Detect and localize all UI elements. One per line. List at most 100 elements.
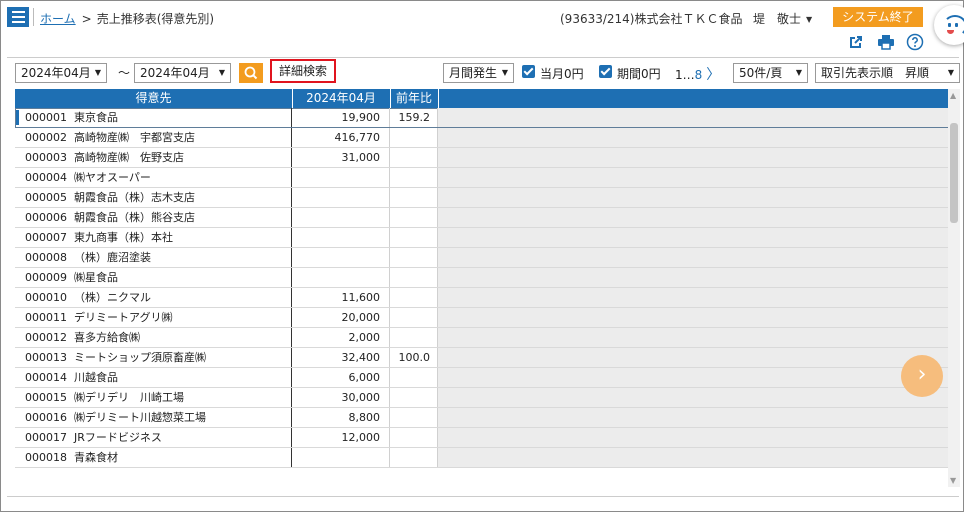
current-month-zero-label: 当月0円 (540, 67, 584, 81)
sales-amount: 30,000 (292, 388, 390, 407)
customer-name: ㈱星食品 (69, 268, 292, 287)
sales-amount: 2,000 (292, 328, 390, 347)
customer-code: 000017 (25, 431, 67, 444)
table-row[interactable]: 000017 JRフードビジネス 12,000 (15, 428, 948, 448)
chevron-right-icon[interactable]: 〉 (706, 67, 720, 83)
table-row[interactable]: 000018 青森食材 (15, 448, 948, 468)
customer-code: 000006 (25, 211, 67, 224)
user-menu[interactable]: 堤 敬士 ▼ (753, 10, 812, 27)
sales-amount (292, 448, 390, 467)
empty-column-area (438, 288, 948, 307)
header-divider (33, 8, 34, 26)
scroll-down-icon[interactable]: ▼ (950, 476, 956, 485)
sales-amount (292, 248, 390, 267)
export-icon[interactable] (848, 34, 864, 50)
breadcrumb-separator: > (81, 12, 92, 26)
yoy-ratio (390, 428, 438, 447)
sales-amount (292, 188, 390, 207)
period-zero-checkbox[interactable] (599, 65, 612, 78)
user-name: 堤 敬士 (753, 12, 802, 26)
table-row[interactable]: 000010 （株）ニクマル 11,600 (15, 288, 948, 308)
per-page-select[interactable]: 50件/頁 ▼ (733, 63, 808, 83)
customer-code: 000003 (25, 151, 67, 164)
customer-code: 000013 (25, 351, 67, 364)
table-row[interactable]: 000003 高崎物産㈱ 佐野支店 31,000 (15, 148, 948, 168)
customer-code: 000010 (25, 291, 67, 304)
to-month-select[interactable]: 2024年04月 ▼ (134, 63, 231, 83)
page-current: 1 (675, 68, 683, 82)
sales-amount: 19,900 (292, 108, 390, 127)
col-customer[interactable]: 得意先 (15, 89, 293, 108)
empty-column-area (438, 388, 948, 407)
table-row[interactable]: 000015 ㈱デリデリ 川崎工場 30,000 (15, 388, 948, 408)
empty-column-area (438, 308, 948, 327)
page-last-link[interactable]: 8 (695, 68, 703, 82)
table-row[interactable]: 000002 高崎物産㈱ 宇都宮支店 416,770 (15, 128, 948, 148)
search-button[interactable] (239, 63, 263, 83)
empty-column-area (438, 448, 948, 467)
scrollbar-thumb[interactable] (950, 123, 958, 223)
row-selection-marker (16, 110, 19, 125)
customer-name: 朝霞食品（株）志木支店 (69, 188, 292, 207)
customer-code: 000008 (25, 251, 67, 264)
table-row[interactable]: 000011 デリミートアグリ㈱ 20,000 (15, 308, 948, 328)
table-row[interactable]: 000014 川越食品 6,000 (15, 368, 948, 388)
chevron-down-icon: ▼ (218, 68, 225, 77)
customer-code: 000012 (25, 331, 67, 344)
mascot-icon[interactable] (934, 5, 964, 45)
help-icon[interactable] (906, 33, 924, 51)
aggregation-value: 月間発生 (449, 66, 498, 80)
breadcrumb-home-link[interactable]: ホーム (40, 12, 76, 26)
col-ratio[interactable]: 前年比 (390, 89, 439, 108)
to-month-value: 2024年04月 (140, 66, 210, 80)
sales-amount: 416,770 (292, 128, 390, 147)
empty-column-area (438, 328, 948, 347)
table-scrollbar[interactable]: ▲ ▼ (948, 89, 960, 487)
sales-amount (292, 208, 390, 227)
customer-name: 東京食品 (69, 108, 292, 127)
empty-column-area (438, 208, 948, 227)
customer-code: 000002 (25, 131, 67, 144)
customer-code: 000007 (25, 231, 67, 244)
yoy-ratio (390, 388, 438, 407)
table-row[interactable]: 000001 東京食品 19,900 159.2 (15, 108, 948, 128)
table-row[interactable]: 000004 ㈱ヤオスーパー (15, 168, 948, 188)
sales-amount: 8,800 (292, 408, 390, 427)
customer-name: ㈱デリデリ 川崎工場 (69, 388, 292, 407)
customer-name: 東九商事（株）本社 (69, 228, 292, 247)
yoy-ratio (390, 408, 438, 427)
table-row[interactable]: 000006 朝霞食品（株）熊谷支店 (15, 208, 948, 228)
yoy-ratio (390, 368, 438, 387)
table-row[interactable]: 000016 ㈱デリミート川越惣菜工場 8,800 (15, 408, 948, 428)
yoy-ratio (390, 268, 438, 287)
table-row[interactable]: 000007 東九商事（株）本社 (15, 228, 948, 248)
current-month-zero-checkbox[interactable] (522, 65, 535, 78)
customer-name: 川越食品 (69, 368, 292, 387)
from-month-select[interactable]: 2024年04月 ▼ (15, 63, 107, 83)
empty-column-area (438, 408, 948, 427)
customer-name: 青森食材 (69, 448, 292, 467)
empty-column-area (438, 368, 948, 387)
empty-column-area (438, 268, 948, 287)
empty-column-area (438, 188, 948, 207)
table-row[interactable]: 000009 ㈱星食品 (15, 268, 948, 288)
table-row[interactable]: 000012 喜多方給食㈱ 2,000 (15, 328, 948, 348)
table-row[interactable]: 000013 ミートショップ須原畜産㈱ 32,400 100.0 (15, 348, 948, 368)
yoy-ratio (390, 448, 438, 467)
sort-select[interactable]: 取引先表示順 昇順 ▼ (815, 63, 960, 83)
next-page-icon[interactable]: › (901, 355, 943, 397)
table-row[interactable]: 000008 （株）鹿沼塗装 (15, 248, 948, 268)
table-row[interactable]: 000005 朝霞食品（株）志木支店 (15, 188, 948, 208)
aggregation-select[interactable]: 月間発生 ▼ (443, 63, 514, 83)
yoy-ratio: 159.2 (390, 108, 438, 127)
col-month[interactable]: 2024年04月 (292, 89, 391, 108)
print-icon[interactable] (877, 34, 895, 50)
scroll-up-icon[interactable]: ▲ (950, 91, 956, 100)
sort-value: 取引先表示順 昇順 (821, 66, 930, 80)
yoy-ratio (390, 208, 438, 227)
customer-name: ㈱ヤオスーパー (69, 168, 292, 187)
breadcrumb: ホーム > 売上推移表(得意先別) (40, 10, 214, 27)
menu-icon[interactable] (7, 7, 29, 27)
detail-search-button[interactable]: 詳細検索 (270, 59, 336, 83)
system-exit-button[interactable]: システム終了 (833, 7, 923, 27)
